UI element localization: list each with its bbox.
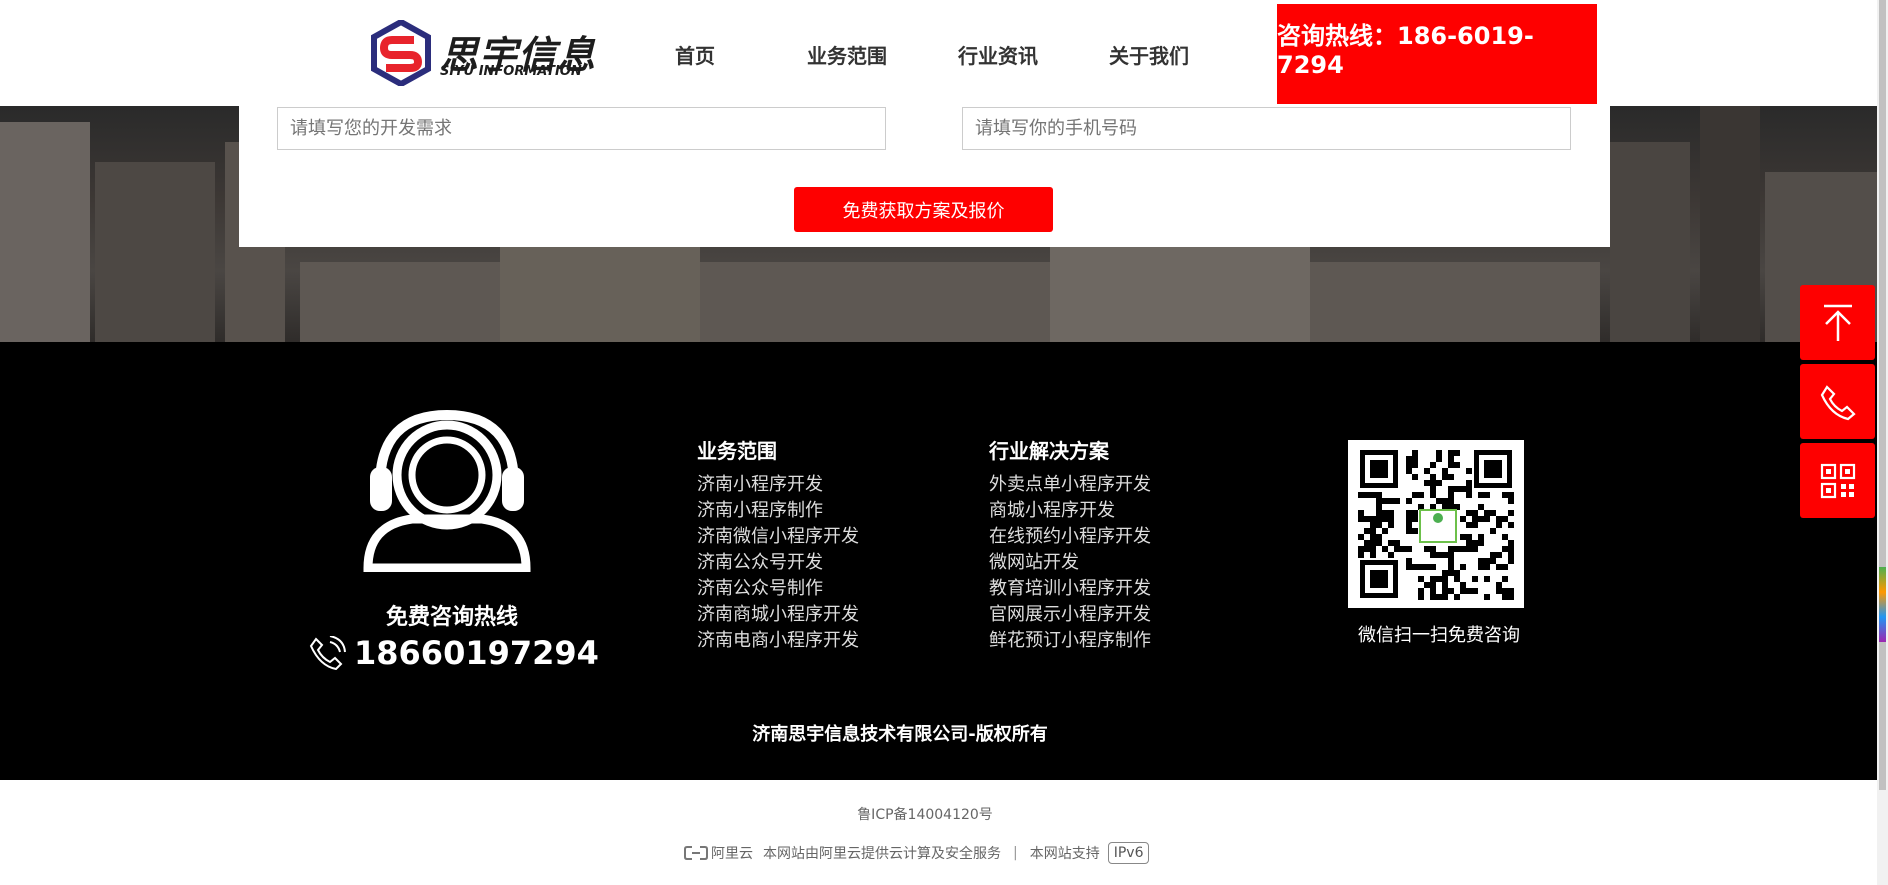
phone-outline-icon [309, 636, 346, 670]
footer: 免费咨询热线 18660197294 业务范围 济南小程序开发 济南小程序制作 … [0, 342, 1877, 780]
header: 思宇信息 SIYU INFORMATION 首页 业务范围 行业资讯 关于我们 … [0, 0, 1877, 106]
business-link[interactable]: 济南小程序制作 [697, 498, 859, 524]
solution-link[interactable]: 外卖点单小程序开发 [989, 472, 1151, 498]
business-column: 业务范围 济南小程序开发 济南小程序制作 济南微信小程序开发 济南公众号开发 济… [697, 435, 859, 654]
phone-button[interactable] [1800, 364, 1875, 439]
logo-subtitle: SIYU INFORMATION [440, 64, 582, 79]
solutions-column: 行业解决方案 外卖点单小程序开发 商城小程序开发 在线预约小程序开发 微网站开发… [989, 435, 1151, 654]
scrollbar[interactable] [1877, 0, 1888, 885]
nav-news[interactable]: 行业资讯 [958, 40, 1038, 69]
qr-caption: 微信扫一扫免费咨询 [1358, 625, 1520, 646]
solution-link[interactable]: 微网站开发 [989, 550, 1151, 576]
footer-phone[interactable]: 18660197294 [308, 634, 599, 672]
icp-link[interactable]: 鲁ICP备14004120号 [0, 804, 1850, 824]
qr-code-image [1348, 440, 1524, 608]
business-link[interactable]: 济南公众号开发 [697, 550, 859, 576]
nav-home[interactable]: 首页 [675, 40, 715, 69]
bottom-bar: 鲁ICP备14004120号 阿里云 本网站由阿里云提供云计算及安全服务 | 本… [0, 780, 1877, 885]
logo[interactable]: 思宇信息 SIYU INFORMATION [370, 18, 600, 88]
aliyun-notice: 阿里云 本网站由阿里云提供云计算及安全服务 | 本网站支持 IPv6 [684, 842, 1150, 864]
aliyun-logo-text: 阿里云 [711, 846, 753, 862]
separator: | [1013, 845, 1018, 861]
solutions-title: 行业解决方案 [989, 439, 1109, 463]
wechat-qr-code [1348, 440, 1524, 608]
demand-input[interactable] [277, 107, 886, 150]
logo-mark-icon [371, 20, 431, 86]
solution-link[interactable]: 商城小程序开发 [989, 498, 1151, 524]
phone-input[interactable] [962, 107, 1571, 150]
solution-link[interactable]: 官网展示小程序开发 [989, 602, 1151, 628]
qrcode-icon [1820, 463, 1855, 498]
phone-icon [1820, 384, 1856, 420]
business-link[interactable]: 济南电商小程序开发 [697, 628, 859, 654]
hotline-banner[interactable]: 咨询热线：186-6019-7294 [1277, 4, 1597, 104]
qrcode-button[interactable] [1800, 443, 1875, 518]
nav-about[interactable]: 关于我们 [1109, 40, 1189, 69]
scrollbar-thumb[interactable] [1879, 0, 1886, 790]
business-title: 业务范围 [697, 439, 777, 463]
scrollbar-marker [1879, 567, 1886, 642]
copyright: 济南思宇信息技术有限公司-版权所有 [752, 724, 1048, 745]
solution-link[interactable]: 在线预约小程序开发 [989, 524, 1151, 550]
back-to-top-icon [1823, 304, 1852, 341]
business-link[interactable]: 济南公众号制作 [697, 576, 859, 602]
ipv6-badge: IPv6 [1107, 842, 1150, 864]
support-text: 本网站支持 [1029, 846, 1100, 862]
quote-form: 免费获取方案及报价 [239, 106, 1610, 247]
business-link[interactable]: 济南小程序开发 [697, 472, 859, 498]
business-link[interactable]: 济南微信小程序开发 [697, 524, 859, 550]
solution-link[interactable]: 教育培训小程序开发 [989, 576, 1151, 602]
business-link[interactable]: 济南商城小程序开发 [697, 602, 859, 628]
back-to-top-button[interactable] [1800, 285, 1875, 360]
nav-business[interactable]: 业务范围 [807, 40, 887, 69]
solution-link[interactable]: 鲜花预订小程序制作 [989, 628, 1151, 654]
headset-agent-icon [363, 409, 531, 572]
aliyun-logo-icon [684, 846, 708, 860]
get-quote-button[interactable]: 免费获取方案及报价 [794, 187, 1053, 232]
consult-label: 免费咨询热线 [386, 605, 519, 630]
phone-number: 18660197294 [354, 634, 599, 672]
aliyun-text[interactable]: 本网站由阿里云提供云计算及安全服务 [763, 843, 1001, 863]
